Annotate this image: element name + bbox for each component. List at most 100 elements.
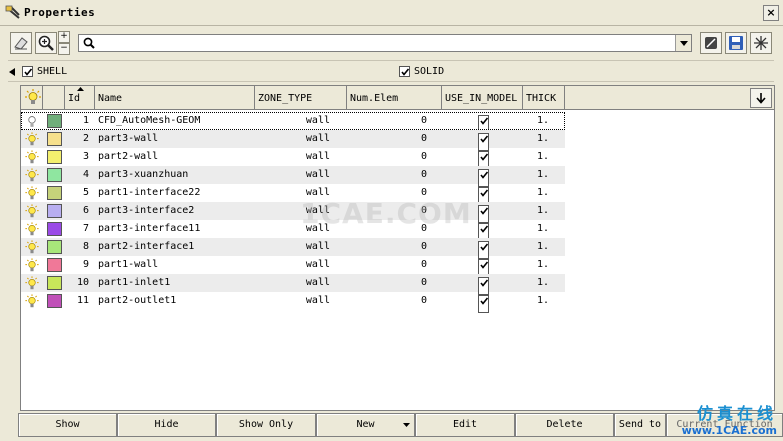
spark-icon[interactable] [750,32,772,54]
table-row[interactable]: 4 part3-xuanzhuan wall 0 1. [21,166,565,187]
lightbulb-on-icon[interactable] [25,222,39,236]
table-row[interactable]: 2 part3-wall wall 0 1. [21,130,565,151]
header-num-elem[interactable]: Num.Elem [347,86,442,109]
watermark: 1CAE.COM [300,197,472,230]
new-button[interactable]: New [316,413,415,437]
save-icon[interactable] [725,32,747,54]
collapse-arrow-icon[interactable] [9,68,15,76]
cell-thick: 1. [537,259,550,270]
cell-id: 5 [82,187,89,198]
cell-id: 8 [82,241,89,252]
header-zone-type[interactable]: ZONE_TYPE [255,86,347,109]
color-swatch[interactable] [47,204,62,218]
zoom-in-button[interactable]: + [58,31,70,43]
table-row[interactable]: 1 CFD_AutoMesh-GEOM wall 0 1. [21,112,565,133]
display-icon[interactable] [700,32,722,54]
table-row[interactable]: 10 part1-inlet1 wall 0 1. [21,274,565,295]
arrow-down-icon[interactable] [750,88,772,108]
solid-checkbox[interactable] [399,66,410,77]
cell-num-elem: 0 [420,259,427,270]
lightbulb-on-icon[interactable] [25,276,39,290]
color-swatch[interactable] [47,258,62,272]
cell-name: part1-inlet1 [98,277,171,288]
send-to-button[interactable]: Send to [614,413,666,437]
table-row[interactable]: 8 part2-interface1 wall 0 1. [21,238,565,259]
header-visibility[interactable] [21,86,43,109]
color-swatch[interactable] [47,150,62,164]
header-name[interactable]: Name [95,86,255,109]
lightbulb-on-icon[interactable] [25,240,39,254]
table-header: Id Name ZONE_TYPE Num.Elem USE_IN_MODEL … [21,86,774,110]
color-swatch[interactable] [47,276,62,290]
table-row[interactable]: 6 part3-interface2 wall 0 1. [21,202,565,223]
lightbulb-on-icon[interactable] [25,168,39,182]
table-row[interactable]: 7 part3-interface11 wall 0 1. [21,220,565,241]
cell-thick: 1. [537,169,550,180]
cell-id: 11 [76,295,89,306]
cell-name: part3-interface11 [98,223,201,234]
filter-solid[interactable]: SOLID [399,66,444,77]
hide-button[interactable]: Hide [117,413,216,437]
cell-id: 4 [82,169,89,180]
zoom-out-button[interactable]: − [58,43,70,55]
table-row[interactable]: 9 part1-wall wall 0 1. [21,256,565,277]
color-swatch[interactable] [47,222,62,236]
cell-zone-type: wall [305,259,330,270]
cell-id: 3 [82,151,89,162]
filter-shell[interactable]: SHELL [22,66,67,77]
lightbulb-on-icon[interactable] [25,258,39,272]
cell-name: part3-interface2 [98,205,195,216]
cell-name: part3-wall [98,133,159,144]
cell-name: part2-interface1 [98,241,195,252]
delete-button[interactable]: Delete [515,413,614,437]
chevron-down-icon [403,423,410,427]
table-row[interactable]: 11 part2-outlet1 wall 0 1. [21,292,565,313]
cell-num-elem: 0 [420,295,427,306]
cell-thick: 1. [537,277,550,288]
cell-id: 2 [82,133,89,144]
lightbulb-on-icon[interactable] [25,204,39,218]
action-bar: Show Hide Show Only New Edit Delete Send… [18,413,783,441]
new-button-label: New [356,419,375,430]
search-icon [82,36,96,50]
cell-zone-type: wall [305,169,330,180]
cell-name: part1-wall [98,259,159,270]
lightbulb-on-icon[interactable] [25,294,39,308]
zoom-icon[interactable] [35,32,57,54]
lightbulb-on-icon[interactable] [25,186,39,200]
table-row[interactable]: 5 part1-interface22 wall 0 1. [21,184,565,205]
cell-name: part1-interface22 [98,187,201,198]
color-swatch[interactable] [47,168,62,182]
cell-zone-type: wall [305,241,330,252]
eraser-icon[interactable] [10,32,32,54]
lightbulb-on-icon[interactable] [25,132,39,146]
show-button[interactable]: Show [18,413,117,437]
cell-zone-type: wall [305,133,330,144]
show-only-button[interactable]: Show Only [216,413,316,437]
color-swatch[interactable] [47,240,62,254]
header-color[interactable] [43,86,65,109]
cell-name: part2-wall [98,151,159,162]
cell-zone-type: wall [305,151,330,162]
lightbulb-on-icon[interactable] [25,150,39,164]
color-swatch[interactable] [47,294,62,308]
color-swatch[interactable] [47,132,62,146]
color-swatch[interactable] [47,186,62,200]
cell-thick: 1. [537,205,550,216]
close-button[interactable]: × [763,5,779,21]
chevron-down-icon[interactable] [675,35,691,51]
cell-id: 7 [82,223,89,234]
header-thick[interactable]: THICK [523,86,565,109]
use-in-model-checkbox[interactable] [478,295,489,313]
filter-bar: SHELL SOLID [8,60,774,82]
table-row[interactable]: 3 part2-wall wall 0 1. [21,148,565,169]
edit-button[interactable]: Edit [415,413,515,437]
search-field[interactable] [78,34,692,52]
shell-checkbox[interactable] [22,66,33,77]
cell-id: 10 [76,277,89,288]
title-bar: Properties × [0,0,783,26]
header-use-in-model[interactable]: USE_IN_MODEL [442,86,523,109]
cell-thick: 1. [537,241,550,252]
search-input[interactable] [99,35,669,51]
header-id[interactable]: Id [65,86,95,109]
